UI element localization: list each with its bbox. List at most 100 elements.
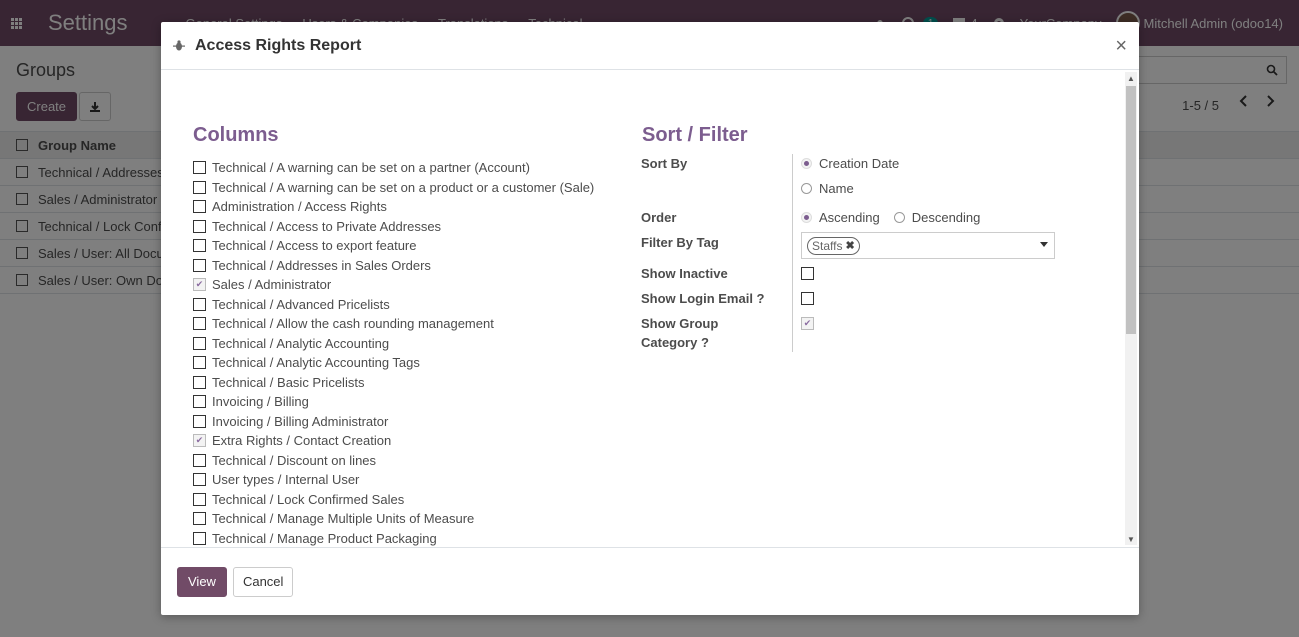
column-checkbox[interactable]: ✔ [193, 434, 206, 448]
column-option[interactable]: User types / Internal User [193, 470, 633, 490]
column-checkbox[interactable] [193, 453, 206, 467]
column-option[interactable]: Technical / Manage Multiple Units of Mea… [193, 509, 633, 529]
column-checkbox[interactable] [193, 336, 206, 350]
column-option-label: Technical / Access to export feature [212, 238, 417, 254]
column-option[interactable]: Technical / Addresses in Sales Orders [193, 256, 633, 276]
column-checkbox[interactable] [193, 512, 206, 526]
columns-title: Columns [193, 124, 279, 146]
radio-ascending[interactable] [801, 212, 812, 223]
column-checkbox[interactable] [193, 473, 206, 487]
close-icon[interactable]: × [1115, 36, 1127, 56]
scroll-up-icon[interactable]: ▲ [1125, 72, 1137, 84]
sort-by-label: Sort By [641, 156, 688, 171]
tag-label: Staffs [812, 238, 843, 253]
cancel-button[interactable]: Cancel [232, 566, 294, 597]
tag-pill: Staffs ✖ [807, 236, 860, 255]
column-option-label: Extra Rights / Contact Creation [212, 433, 392, 449]
column-option-label: User types / Internal User [212, 472, 360, 488]
column-option-label: Technical / Lock Confirmed Sales [212, 491, 405, 507]
column-option-label: Technical / A warning can be set on a pr… [212, 179, 595, 195]
scrollbar-thumb[interactable] [1126, 86, 1136, 334]
sort-option-creation-date[interactable]: Creation Date [801, 154, 899, 173]
column-checkbox[interactable] [193, 414, 206, 428]
column-checkbox[interactable] [193, 239, 206, 253]
access-rights-dialog: Access Rights Report × Columns Sort / Fi… [161, 22, 1139, 615]
label-line-1: Show Group [641, 316, 719, 331]
column-option-label: Technical / Analytic Accounting Tags [212, 355, 420, 371]
column-option[interactable]: Technical / Access to Private Addresses [193, 217, 633, 237]
column-option[interactable]: Technical / Advanced Pricelists [193, 295, 633, 315]
form-divider [792, 154, 793, 352]
show-group-category-checkbox[interactable]: ✔ [801, 317, 814, 330]
column-option-label: Technical / Discount on lines [212, 452, 377, 468]
column-checkbox[interactable] [193, 492, 206, 506]
show-login-email-checkbox[interactable] [801, 292, 814, 305]
scroll-down-icon[interactable]: ▼ [1125, 533, 1137, 545]
column-checkbox[interactable] [193, 258, 206, 272]
view-button[interactable]: View [177, 566, 227, 597]
column-option[interactable]: Invoicing / Billing [193, 392, 633, 412]
column-option[interactable]: Technical / Discount on lines [193, 451, 633, 471]
dialog-title: Access Rights Report [195, 36, 362, 54]
order-option-descending[interactable]: Descending [893, 208, 980, 227]
column-checkbox[interactable] [193, 200, 206, 214]
column-checkbox[interactable] [193, 297, 206, 311]
column-option[interactable]: Technical / Analytic Accounting [193, 334, 633, 354]
radio-descending[interactable] [893, 212, 905, 223]
show-group-category-label: Show Group Category ? [641, 314, 791, 352]
column-checkbox[interactable] [193, 375, 206, 389]
column-checkbox[interactable] [193, 219, 206, 233]
column-option-label: Administration / Access Rights [212, 199, 387, 215]
remove-tag-icon[interactable]: ✖ [845, 239, 854, 252]
chevron-down-icon[interactable] [1040, 242, 1048, 247]
label-line-2: Category ? [641, 335, 709, 350]
column-option-label: Technical / Advanced Pricelists [212, 296, 390, 312]
column-checkbox[interactable] [193, 356, 206, 370]
column-option[interactable]: Technical / A warning can be set on a pr… [193, 178, 633, 198]
column-checkbox[interactable] [193, 531, 206, 545]
column-option-label: Technical / Allow the cash rounding mana… [212, 316, 494, 332]
column-option-label: Technical / A warning can be set on a pa… [212, 160, 530, 176]
column-option[interactable]: ✔ Sales / Administrator [193, 275, 633, 295]
column-option-label: Technical / Access to Private Addresses [212, 218, 442, 234]
column-checkbox[interactable] [193, 317, 206, 331]
column-option-label: Technical / Analytic Accounting [212, 335, 390, 351]
radio-creation-date[interactable] [801, 158, 812, 169]
order-label: Order [641, 210, 677, 225]
dialog-header: Access Rights Report × [161, 22, 1139, 70]
column-option[interactable]: Technical / Allow the cash rounding mana… [193, 314, 633, 334]
show-login-email-label: Show Login Email ? [641, 291, 765, 306]
column-option[interactable]: Technical / A warning can be set on a pa… [193, 158, 633, 178]
column-option-label: Technical / Basic Pricelists [212, 374, 365, 390]
column-checkbox[interactable]: ✔ [193, 278, 206, 292]
sort-option-label: Creation Date [819, 156, 900, 171]
column-option[interactable]: ✔ Extra Rights / Contact Creation [193, 431, 633, 451]
show-inactive-checkbox[interactable] [801, 267, 814, 280]
dialog-scrollbar[interactable]: ▲ ▼ [1125, 72, 1137, 545]
sort-filter-title: Sort / Filter [642, 124, 748, 146]
radio-name[interactable] [801, 183, 812, 194]
column-checkbox[interactable] [193, 395, 206, 409]
order-option-label: Ascending [819, 210, 880, 225]
column-checkbox[interactable] [193, 161, 206, 175]
column-option[interactable]: Invoicing / Billing Administrator [193, 412, 633, 432]
show-inactive-label: Show Inactive [641, 266, 728, 281]
column-option[interactable]: Technical / Lock Confirmed Sales [193, 490, 633, 510]
column-checkbox[interactable] [193, 180, 206, 194]
column-option-label: Invoicing / Billing Administrator [212, 413, 389, 429]
filter-tag-select[interactable]: Staffs ✖ [801, 232, 1055, 259]
column-option[interactable]: Technical / Access to export feature [193, 236, 633, 256]
sort-option-name[interactable]: Name [801, 179, 854, 198]
column-option-label: Technical / Manage Product Packaging [212, 530, 437, 546]
dialog-body[interactable]: Columns Sort / Filter Technical / A warn… [161, 70, 1139, 547]
column-option[interactable]: Technical / Basic Pricelists [193, 373, 633, 393]
bug-icon [173, 39, 187, 53]
column-option-label: Technical / Manage Multiple Units of Mea… [212, 511, 475, 527]
column-option[interactable]: Administration / Access Rights [193, 197, 633, 217]
order-option-ascending[interactable]: Ascending [801, 208, 880, 227]
column-option-label: Invoicing / Billing [212, 394, 309, 410]
column-option-label: Technical / Addresses in Sales Orders [212, 257, 431, 273]
column-option[interactable]: Technical / Analytic Accounting Tags [193, 353, 633, 373]
column-option[interactable]: Technical / Manage Product Packaging [193, 529, 633, 548]
dialog-footer: View Cancel [161, 547, 1139, 615]
